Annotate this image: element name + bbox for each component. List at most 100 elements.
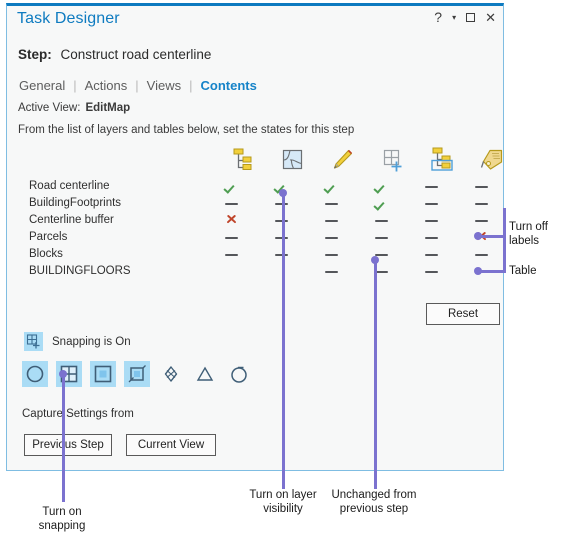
window-title: Task Designer bbox=[17, 10, 120, 27]
tab-actions[interactable]: Actions bbox=[84, 78, 129, 93]
matrix-cell[interactable] bbox=[466, 246, 496, 258]
matrix-cell[interactable] bbox=[416, 263, 446, 275]
matrix-cell[interactable] bbox=[416, 178, 446, 190]
matrix-cell[interactable] bbox=[316, 195, 346, 207]
matrix-cell[interactable] bbox=[216, 263, 246, 278]
column-header-labels[interactable] bbox=[477, 146, 507, 174]
step-label: Step: bbox=[18, 47, 52, 62]
cell-state-check bbox=[375, 178, 388, 191]
cell-state-dash bbox=[374, 219, 388, 222]
screenshot-root: Task Designer ? ▾ ✕ Step: Construct road… bbox=[0, 0, 565, 544]
matrix-cell[interactable] bbox=[216, 212, 246, 227]
point-snap-icon[interactable] bbox=[22, 361, 48, 387]
tab-separator: | bbox=[135, 78, 139, 93]
matrix-cell[interactable] bbox=[216, 178, 246, 193]
leader-line-unchanged bbox=[373, 260, 377, 489]
cell-state-dash bbox=[424, 185, 438, 188]
matrix-cell[interactable] bbox=[366, 246, 396, 258]
column-header-layer-visibility[interactable] bbox=[277, 146, 307, 174]
column-header-snapping[interactable] bbox=[377, 146, 407, 174]
previous-step-button[interactable]: Previous Step bbox=[24, 434, 112, 456]
task-designer-dialog: Task Designer ? ▾ ✕ Step: Construct road… bbox=[6, 3, 504, 471]
tab-views[interactable]: Views bbox=[146, 78, 182, 93]
cell-state-dash bbox=[474, 202, 488, 205]
matrix-cell[interactable] bbox=[316, 246, 346, 258]
matrix-cell[interactable] bbox=[416, 246, 446, 258]
cell-state-check bbox=[225, 178, 238, 191]
layer-row-label: Parcels bbox=[29, 231, 68, 243]
cell-state-dash bbox=[474, 253, 488, 256]
matrix-cell[interactable] bbox=[316, 263, 346, 275]
cell-state-dash bbox=[424, 253, 438, 256]
matrix-cell[interactable] bbox=[366, 263, 396, 275]
edge-snap-icon[interactable] bbox=[90, 361, 116, 387]
matrix-cell[interactable] bbox=[416, 229, 446, 241]
active-view-label: Active View: bbox=[18, 102, 81, 114]
matrix-cell[interactable] bbox=[216, 246, 246, 258]
matrix-cell[interactable] bbox=[316, 212, 346, 224]
active-view-row: Active View: EditMap bbox=[18, 102, 130, 114]
layer-row-label: Centerline buffer bbox=[29, 214, 114, 226]
window-controls: ? ▾ ✕ bbox=[434, 10, 496, 24]
cell-state-dash bbox=[324, 219, 338, 222]
capture-settings-label: Capture Settings from bbox=[22, 408, 134, 420]
tab-separator: | bbox=[189, 78, 193, 93]
layer-list-icon bbox=[233, 148, 252, 170]
leader-line-table bbox=[478, 269, 506, 273]
annotation-unchanged-from-previous-step: Unchanged from previous step bbox=[331, 489, 417, 515]
snapping-grid-plus-icon bbox=[24, 332, 43, 351]
matrix-cell[interactable] bbox=[366, 178, 396, 193]
annotation-turn-on-snapping: Turn on snapping bbox=[38, 506, 86, 532]
tab-general[interactable]: General bbox=[18, 78, 66, 93]
selectable-layer-icon bbox=[431, 147, 453, 171]
tab-contents[interactable]: Contents bbox=[200, 78, 258, 93]
matrix-cell[interactable] bbox=[366, 229, 396, 241]
cell-state-dash bbox=[324, 236, 338, 239]
matrix-cell[interactable] bbox=[416, 195, 446, 207]
annotation-turn-on-layer-visibility: Turn on layer visibility bbox=[249, 489, 317, 515]
cell-state-check bbox=[325, 178, 338, 191]
layer-row-label: BuildingFootprints bbox=[29, 197, 122, 209]
layer-row-label: BUILDINGFLOORS bbox=[29, 265, 131, 277]
midpoint-snap-icon[interactable] bbox=[192, 361, 218, 387]
cell-state-dash bbox=[324, 253, 338, 256]
cell-state-dash bbox=[324, 202, 338, 205]
matrix-cell[interactable] bbox=[466, 195, 496, 207]
reset-button[interactable]: Reset bbox=[426, 303, 500, 325]
matrix-cell[interactable] bbox=[366, 195, 396, 210]
intersection-snap-icon[interactable] bbox=[158, 361, 184, 387]
current-view-button[interactable]: Current View bbox=[126, 434, 216, 456]
maximize-icon[interactable] bbox=[466, 13, 476, 22]
matrix-cell[interactable] bbox=[466, 212, 496, 224]
cell-state-dash bbox=[224, 202, 238, 205]
leader-spine-right bbox=[503, 208, 506, 272]
cell-state-dash bbox=[424, 236, 438, 239]
matrix-cell[interactable] bbox=[416, 212, 446, 224]
matrix-cell[interactable] bbox=[316, 229, 346, 241]
grid-plus-snapping-icon bbox=[383, 149, 402, 172]
matrix-cell[interactable] bbox=[366, 212, 396, 224]
column-header-selectable[interactable] bbox=[427, 146, 457, 174]
tangent-snap-icon[interactable] bbox=[226, 361, 252, 387]
cell-state-dash bbox=[324, 270, 338, 273]
layer-row-label: Blocks bbox=[29, 248, 63, 260]
cell-state-x bbox=[225, 212, 238, 225]
matrix-cell[interactable] bbox=[216, 195, 246, 207]
matrix-cell[interactable] bbox=[316, 178, 346, 193]
map-visibility-icon bbox=[282, 149, 303, 170]
matrix-cell[interactable] bbox=[216, 229, 246, 241]
instruction-text: From the list of layers and tables below… bbox=[18, 124, 355, 136]
snapping-toolbar bbox=[22, 361, 252, 387]
close-icon[interactable]: ✕ bbox=[485, 11, 496, 24]
column-header-editable[interactable] bbox=[327, 146, 357, 174]
cell-state-dash bbox=[474, 219, 488, 222]
matrix-cell[interactable] bbox=[466, 178, 496, 190]
label-tag-icon bbox=[480, 149, 503, 170]
leader-line-turn-off-labels bbox=[478, 234, 506, 238]
column-header-contents-list[interactable] bbox=[227, 146, 257, 174]
tab-bar: General | Actions | Views | Contents bbox=[18, 78, 258, 93]
chevron-down-icon[interactable]: ▾ bbox=[452, 11, 456, 24]
end-snap-icon[interactable] bbox=[124, 361, 150, 387]
help-icon[interactable]: ? bbox=[434, 10, 442, 24]
pencil-edit-icon bbox=[333, 149, 353, 169]
